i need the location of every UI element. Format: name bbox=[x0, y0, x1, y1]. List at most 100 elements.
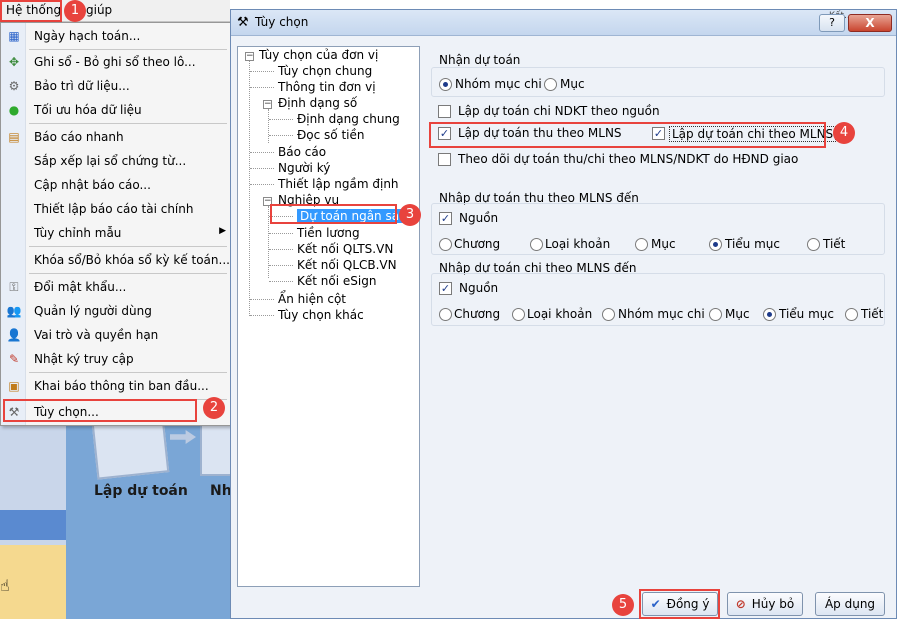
radio-chi-muc[interactable] bbox=[709, 308, 722, 321]
options-tree: − Tùy chọn của đơn vị Tùy chọn chung Thô… bbox=[237, 46, 420, 587]
radio-chi-tiet-label[interactable]: Tiết bbox=[861, 307, 883, 321]
menu-item-doi-mat-khau[interactable]: ⚿ Đổi mật khẩu... bbox=[1, 276, 230, 298]
radio-chi-tiet[interactable] bbox=[845, 308, 858, 321]
menu-item-toi-uu[interactable]: ● Tối ưu hóa dữ liệu bbox=[1, 99, 230, 121]
apply-button-label: Áp dụng bbox=[824, 597, 876, 611]
radio-thu-loai-khoan[interactable] bbox=[530, 238, 543, 251]
radio-chi-chuong[interactable] bbox=[439, 308, 452, 321]
tree-line bbox=[269, 135, 293, 136]
callout-badge-4: 4 bbox=[833, 122, 855, 144]
dialog-titlebar[interactable]: ⚒ Tùy chọn Kết... ? X bbox=[231, 10, 896, 36]
workflow-next-label[interactable]: Nh bbox=[210, 483, 232, 499]
menu-item-bao-cao-nhanh[interactable]: ▤ Báo cáo nhanh bbox=[1, 126, 230, 148]
tree-line bbox=[250, 299, 274, 300]
radio-chi-chuong-label[interactable]: Chương bbox=[454, 307, 500, 321]
tree-node-thong-tin-don-vi[interactable]: Thông tin đơn vị bbox=[278, 80, 376, 94]
radio-muc[interactable] bbox=[544, 78, 557, 91]
radio-thu-tiet[interactable] bbox=[807, 238, 820, 251]
cancel-button[interactable]: ⊘ Hủy bỏ bbox=[727, 592, 803, 616]
tree-node-ket-noi-qlcb[interactable]: Kết nối QLCB.VN bbox=[297, 258, 397, 272]
checkbox-lap-chi-ndkt-label[interactable]: Lập dự toán chi NDKT theo nguồn bbox=[458, 104, 660, 118]
menu-giup[interactable]: giúp bbox=[86, 3, 112, 17]
menu-item-tuy-chinh-mau[interactable]: Tùy chỉnh mẫu ▶ bbox=[1, 222, 230, 244]
radio-thu-chuong[interactable] bbox=[439, 238, 452, 251]
menu-item-label: Tùy chỉnh mẫu bbox=[34, 226, 122, 240]
menu-item-bao-tri[interactable]: ⚙ Bảo trì dữ liệu... bbox=[1, 75, 230, 97]
menu-item-label: Ngày hạch toán... bbox=[34, 29, 141, 43]
radio-chi-tieu-muc[interactable] bbox=[763, 308, 776, 321]
menu-item-label: Khóa sổ/Bỏ khóa sổ kỳ kế toán... bbox=[34, 253, 230, 267]
radio-nhom-muc-chi[interactable] bbox=[439, 78, 452, 91]
collapse-toggle-icon[interactable]: − bbox=[245, 52, 254, 61]
radio-thu-chuong-label[interactable]: Chương bbox=[454, 237, 500, 251]
radio-chi-loai-khoan-label[interactable]: Loại khoản bbox=[527, 307, 592, 321]
green-circle-icon: ● bbox=[8, 103, 20, 117]
workflow-lap-du-toan-label[interactable]: Lập dự toán bbox=[94, 483, 188, 499]
checkbox-theo-doi-label[interactable]: Theo dõi dự toán thu/chi theo MLNS/NDKT … bbox=[458, 152, 798, 166]
tree-node-an-hien-cot[interactable]: Ẩn hiện cột bbox=[278, 292, 346, 306]
menu-item-ghi-so[interactable]: ✥ Ghi sổ - Bỏ ghi sổ theo lô... bbox=[1, 51, 230, 73]
checkbox-theo-doi[interactable] bbox=[438, 153, 451, 166]
menu-separator bbox=[29, 123, 227, 124]
menu-item-label: Cập nhật báo cáo... bbox=[34, 178, 151, 192]
tree-node-doc-so-tien[interactable]: Đọc số tiền bbox=[297, 128, 365, 142]
radio-thu-tieu-muc-label[interactable]: Tiểu mục bbox=[725, 237, 780, 251]
tree-line bbox=[249, 61, 250, 316]
nhan-du-toan-title: Nhận dự toán bbox=[439, 53, 521, 67]
checkbox-chi-nguon-label[interactable]: Nguồn bbox=[459, 281, 498, 295]
menu-item-quan-ly-nguoi-dung[interactable]: 👥 Quản lý người dùng bbox=[1, 300, 230, 322]
radio-chi-muc-label[interactable]: Mục bbox=[725, 307, 750, 321]
tree-node-ket-noi-qlts[interactable]: Kết nối QLTS.VN bbox=[297, 242, 393, 256]
checkbox-lap-chi-ndkt[interactable] bbox=[438, 105, 451, 118]
tree-node-dinh-dang-so[interactable]: Định dạng số bbox=[278, 96, 357, 110]
menu-item-thiet-lap-bctc[interactable]: Thiết lập báo cáo tài chính bbox=[1, 198, 230, 220]
tree-line bbox=[269, 233, 293, 234]
radio-chi-nhom-muc-chi-label[interactable]: Nhóm mục chi bbox=[618, 307, 705, 321]
tree-node-tuy-chon-chung[interactable]: Tùy chọn chung bbox=[278, 64, 372, 78]
submenu-arrow-icon: ▶ bbox=[219, 226, 226, 236]
menu-item-khai-bao[interactable]: ▣ Khai báo thông tin ban đầu... bbox=[1, 375, 230, 397]
tree-node-ket-noi-esign[interactable]: Kết nối eSign bbox=[297, 274, 376, 288]
radio-nhom-muc-chi-label[interactable]: Nhóm mục chi bbox=[455, 77, 542, 91]
tree-node-tien-luong[interactable]: Tiền lương bbox=[297, 226, 360, 240]
menu-item-nhat-ky[interactable]: ✎ Nhật ký truy cập bbox=[1, 348, 230, 370]
radio-muc-label[interactable]: Mục bbox=[560, 77, 585, 91]
menu-item-sap-xep[interactable]: Sắp xếp lại sổ chứng từ... bbox=[1, 150, 230, 172]
radio-thu-muc[interactable] bbox=[635, 238, 648, 251]
tree-line bbox=[250, 71, 274, 72]
menu-item-vai-tro[interactable]: 👤 Vai trò và quyền hạn bbox=[1, 324, 230, 346]
radio-chi-nhom-muc-chi[interactable] bbox=[602, 308, 615, 321]
help-button[interactable]: ? bbox=[819, 14, 845, 32]
tree-node-thiet-lap-ngam-dinh[interactable]: Thiết lập ngầm định bbox=[278, 177, 399, 191]
checkbox-thu-nguon-label[interactable]: Nguồn bbox=[459, 211, 498, 225]
tree-line bbox=[269, 119, 293, 120]
menu-item-ngay-hach-toan[interactable]: ▦ Ngày hạch toán... bbox=[1, 25, 230, 47]
radio-thu-tieu-muc[interactable] bbox=[709, 238, 722, 251]
radio-thu-tiet-label[interactable]: Tiết bbox=[823, 237, 845, 251]
close-button[interactable]: X bbox=[848, 14, 892, 32]
tree-node-root[interactable]: Tùy chọn của đơn vị bbox=[259, 48, 378, 62]
tree-node-nguoi-ky[interactable]: Người ký bbox=[278, 161, 330, 175]
callout-box-5 bbox=[639, 589, 720, 619]
tree-node-bao-cao[interactable]: Báo cáo bbox=[278, 145, 326, 159]
menu-separator bbox=[29, 372, 227, 373]
collapse-toggle-icon[interactable]: − bbox=[263, 100, 272, 109]
callout-box-4 bbox=[429, 122, 826, 148]
role-icon: 👤 bbox=[6, 328, 22, 342]
menu-item-cap-nhat-bao-cao[interactable]: Cập nhật báo cáo... bbox=[1, 174, 230, 196]
checkbox-thu-nguon[interactable]: ✓ bbox=[439, 212, 452, 225]
apply-button[interactable]: Áp dụng bbox=[815, 592, 885, 616]
menu-item-khoa-so[interactable]: Khóa sổ/Bỏ khóa sổ kỳ kế toán... bbox=[1, 249, 230, 271]
checkbox-chi-nguon[interactable]: ✓ bbox=[439, 282, 452, 295]
radio-chi-loai-khoan[interactable] bbox=[512, 308, 525, 321]
tree-node-tuy-chon-khac[interactable]: Tùy chọn khác bbox=[278, 308, 364, 322]
options-dialog: ⚒ Tùy chọn Kết... ? X − Tùy chọn của đơn… bbox=[230, 9, 897, 619]
radio-thu-loai-khoan-label[interactable]: Loại khoản bbox=[545, 237, 610, 251]
cancel-icon: ⊘ bbox=[735, 597, 746, 611]
radio-thu-muc-label[interactable]: Mục bbox=[651, 237, 676, 251]
options-icon: ⚒ bbox=[237, 15, 249, 30]
tree-node-dinh-dang-chung[interactable]: Định dạng chung bbox=[297, 112, 400, 126]
menu-item-label: Đổi mật khẩu... bbox=[34, 280, 127, 294]
radio-chi-tieu-muc-label[interactable]: Tiểu mục bbox=[779, 307, 834, 321]
menu-separator bbox=[29, 246, 227, 247]
